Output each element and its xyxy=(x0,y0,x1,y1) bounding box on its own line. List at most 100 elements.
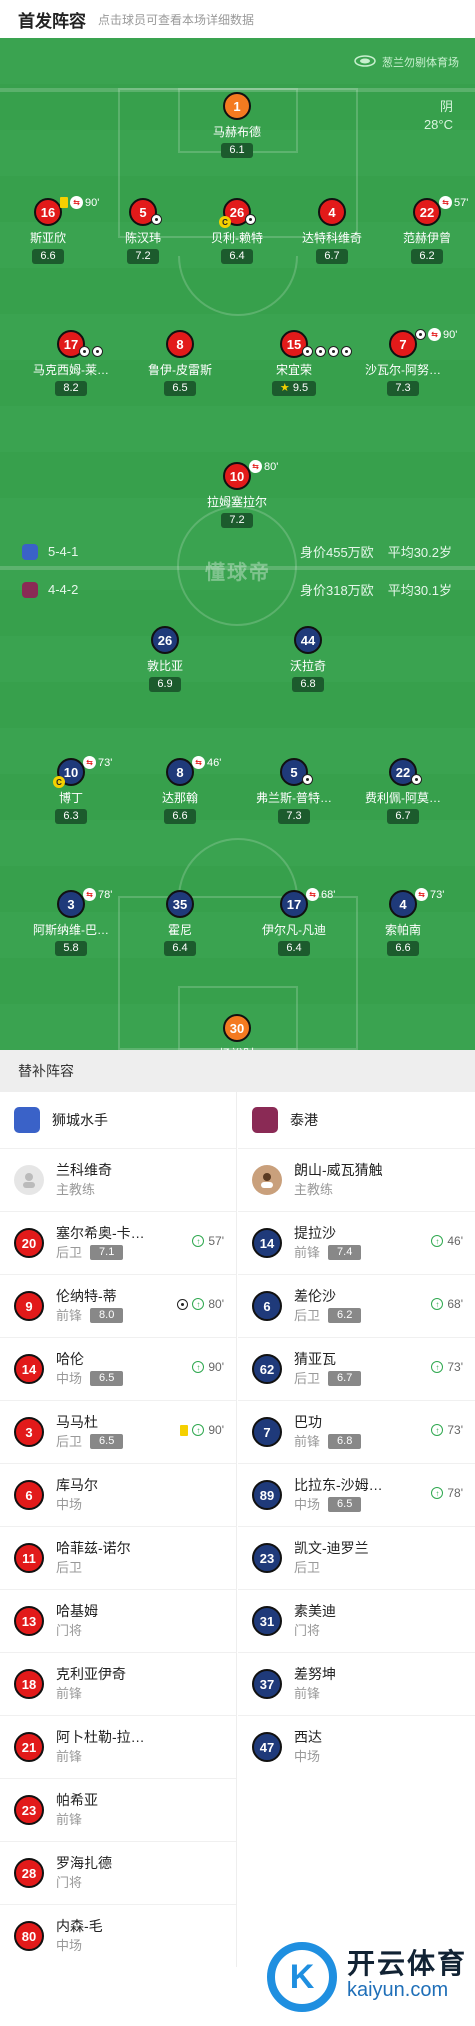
bench-rating: 6.7 xyxy=(328,1371,362,1386)
home-player[interactable]: 26 C 贝利-赖特 6.4 xyxy=(187,198,287,264)
away-player[interactable]: 30杨裕财5.6 xyxy=(187,1014,287,1050)
bench-row[interactable]: 37 差努坤 前锋 xyxy=(238,1652,475,1715)
bench-row[interactable]: 11 哈菲兹-诺尔 后卫 xyxy=(0,1526,236,1589)
section-hint: 点击球员可查看本场详细数据 xyxy=(98,12,255,27)
away-player[interactable]: 17 ⇆ 68' 伊尔凡-凡迪 6.4 xyxy=(244,888,344,956)
player-events: ⇆ 68' xyxy=(306,888,335,901)
player-name: 拉姆塞拉尔 xyxy=(206,495,267,509)
home-player[interactable]: 16 ⇆ 90' 斯亚欣 6.6 xyxy=(0,196,99,264)
player-name: 沙瓦尔-阿努… xyxy=(365,363,441,377)
away-player[interactable]: 8 ⇆ 46' 达那翰 6.6 xyxy=(130,756,230,824)
away-player[interactable]: 35 霍尼 6.4 xyxy=(130,890,230,956)
section-title: 首发阵容 xyxy=(18,11,86,31)
away-player[interactable]: 26 敦比亚 6.9 xyxy=(115,626,215,692)
goal-ball-icon xyxy=(415,329,426,340)
home-crest-icon xyxy=(14,1107,40,1133)
away-player[interactable]: 10 C ⇆ 73' 博丁 6.3 xyxy=(21,756,121,824)
bench-info: 罗海扎德 门将 xyxy=(56,1854,112,1892)
bench-number: 11 xyxy=(14,1543,44,1573)
substitution-icon: ⇆ xyxy=(192,756,205,769)
sub-in-icon: ↑ xyxy=(192,1424,205,1436)
bench-number: 18 xyxy=(14,1669,44,1699)
bench-row[interactable]: 21 阿卜杜勒-拉… 前锋 xyxy=(0,1715,236,1778)
home-player[interactable]: 10 ⇆ 80' 拉姆塞拉尔 7.2 xyxy=(187,460,287,528)
player-rating: 7.3 xyxy=(387,381,419,396)
sub-in-time: 57' xyxy=(208,1234,224,1248)
bench-meta: 后卫 7.1 xyxy=(56,1243,145,1262)
bench-row[interactable]: 80 内森-毛 中场 xyxy=(0,1904,236,1967)
home-coach[interactable]: 兰科维奇 主教练 xyxy=(0,1148,236,1211)
away-player[interactable]: 4 ⇆ 73' 索帕南 6.6 xyxy=(353,888,453,956)
bench-row[interactable]: 18 克利亚伊奇 前锋 xyxy=(0,1652,236,1715)
shirt-number: 30 xyxy=(223,1014,251,1042)
rating-value: 5.8 xyxy=(63,942,79,954)
shirt-number: 4 xyxy=(318,198,346,226)
bench-row[interactable]: 28 罗海扎德 门将 xyxy=(0,1841,236,1904)
bench-name: 提拉沙 xyxy=(294,1225,336,1241)
home-player[interactable]: 1 马赫布德 6.1 xyxy=(187,92,287,158)
coach-name: 朗山-威瓦猜触 xyxy=(294,1162,383,1178)
home-team-summary: 5-4-1 身价455万欧 平均30.2岁 xyxy=(22,542,452,561)
bench-name: 比拉东-沙姆… xyxy=(294,1477,383,1493)
avatar xyxy=(252,1165,282,1195)
bench-row[interactable]: 14 提拉沙 前锋 7.4 ↑ 46' xyxy=(238,1211,475,1274)
bench-row[interactable]: 31 素美迪 门将 xyxy=(238,1589,475,1652)
substitution-icon: ⇆ xyxy=(249,460,262,473)
away-coach[interactable]: 朗山-威瓦猜触 主教练 xyxy=(238,1148,475,1211)
bench-row[interactable]: 13 哈基姆 门将 xyxy=(0,1589,236,1652)
bench-info: 库马尔 中场 xyxy=(56,1476,98,1514)
away-player[interactable]: 5 弗兰斯-普特… 7.3 xyxy=(244,758,344,824)
shirt-number: 22 xyxy=(413,198,441,226)
bench-row[interactable]: 23 帕希亚 前锋 xyxy=(0,1778,236,1841)
away-player[interactable]: 3 ⇆ 78' 阿斯纳维-巴… 5.8 xyxy=(21,888,121,956)
shirt-number: 1 xyxy=(223,92,251,120)
bench-rating: 7.1 xyxy=(90,1245,124,1260)
bench-row[interactable]: 23 凯文-迪罗兰 后卫 xyxy=(238,1526,475,1589)
home-value: 身价455万欧 xyxy=(299,545,374,560)
bench-row[interactable]: 14 哈伦 中场 6.5 ↑ 90' xyxy=(0,1337,236,1400)
bench-row[interactable]: 3 马马杜 后卫 6.5 ↑ 90' xyxy=(0,1400,236,1463)
substitution-icon: ⇆ xyxy=(428,328,441,341)
away-bench-team[interactable]: 泰港 xyxy=(238,1092,475,1148)
bench-name: 阿卜杜勒-拉… xyxy=(56,1729,145,1745)
rating-value: 6.4 xyxy=(172,942,188,954)
bench-row[interactable]: 20 塞尔希奥-卡… 后卫 7.1 ↑ 57' xyxy=(0,1211,236,1274)
bench-info: 素美迪 门将 xyxy=(294,1602,336,1640)
bench-events: ↑ 73' xyxy=(431,1423,463,1437)
bench-row[interactable]: 62 猜亚瓦 后卫 6.7 ↑ 73' xyxy=(238,1337,475,1400)
rating-value: 7.2 xyxy=(135,250,151,262)
home-player[interactable]: 5 陈汉玮 7.2 xyxy=(93,198,193,264)
substitution-icon: ⇆ xyxy=(439,196,452,209)
bench-position: 后卫 xyxy=(294,1308,321,1323)
bench-row[interactable]: 6 差伦沙 后卫 6.2 ↑ 68' xyxy=(238,1274,475,1337)
home-player[interactable]: 17 马克西姆-莱… 8.2 xyxy=(21,330,121,396)
sub-in-icon: ↑ xyxy=(431,1424,444,1436)
home-bench-team[interactable]: 狮城水手 xyxy=(0,1092,236,1148)
home-player[interactable]: 7 ⇆ 90' 沙瓦尔-阿努… 7.3 xyxy=(353,328,457,396)
bench-events: ↑ 57' xyxy=(192,1234,224,1248)
bench-position: 门将 xyxy=(56,1875,83,1890)
bench-meta: 前锋 xyxy=(56,1747,145,1766)
player-events: ⇆ 78' xyxy=(83,888,112,901)
bench-rating: 6.5 xyxy=(90,1434,124,1449)
away-player[interactable]: 44 沃拉奇 6.8 xyxy=(258,626,358,692)
home-player[interactable]: 8 鲁伊-皮雷斯 6.5 xyxy=(130,330,230,396)
bench-row[interactable]: 9 伦纳特-蒂 前锋 8.0 ↑ 80' xyxy=(0,1274,236,1337)
substitution-icon: ⇆ xyxy=(70,196,83,209)
bench-number: 6 xyxy=(252,1291,282,1321)
bench-position: 中场 xyxy=(56,1497,83,1512)
bench-row[interactable]: 47 西达 中场 xyxy=(238,1715,475,1778)
bench-row[interactable]: 6 库马尔 中场 xyxy=(0,1463,236,1526)
bench-row[interactable]: 89 比拉东-沙姆… 中场 6.5 ↑ 78' xyxy=(238,1463,475,1526)
sub-in-icon: ↑ xyxy=(431,1361,444,1373)
home-player[interactable]: 15 宋宜荣 ★ 9.5 xyxy=(244,330,352,396)
away-player[interactable]: 22 费利佩-阿莫… 6.7 xyxy=(353,758,453,824)
bench-info: 阿卜杜勒-拉… 前锋 xyxy=(56,1728,145,1766)
shirt-number: 10 xyxy=(223,462,251,490)
bench-row[interactable]: 7 巴功 前锋 6.8 ↑ 73' xyxy=(238,1400,475,1463)
home-player[interactable]: 4 达特科维奇 6.7 xyxy=(282,198,382,264)
rating-value: 6.3 xyxy=(63,810,79,822)
player-rating: 6.6 xyxy=(32,249,64,264)
home-player[interactable]: 22 ⇆ 57' 范赫伊曾 6.2 xyxy=(377,196,475,264)
subs-panel: 狮城水手 兰科维奇 主教练 20 塞尔希奥-卡… 后卫 7.1 ↑ 57' 9 伦纳特-蒂 前锋 8… xyxy=(0,1092,475,2026)
